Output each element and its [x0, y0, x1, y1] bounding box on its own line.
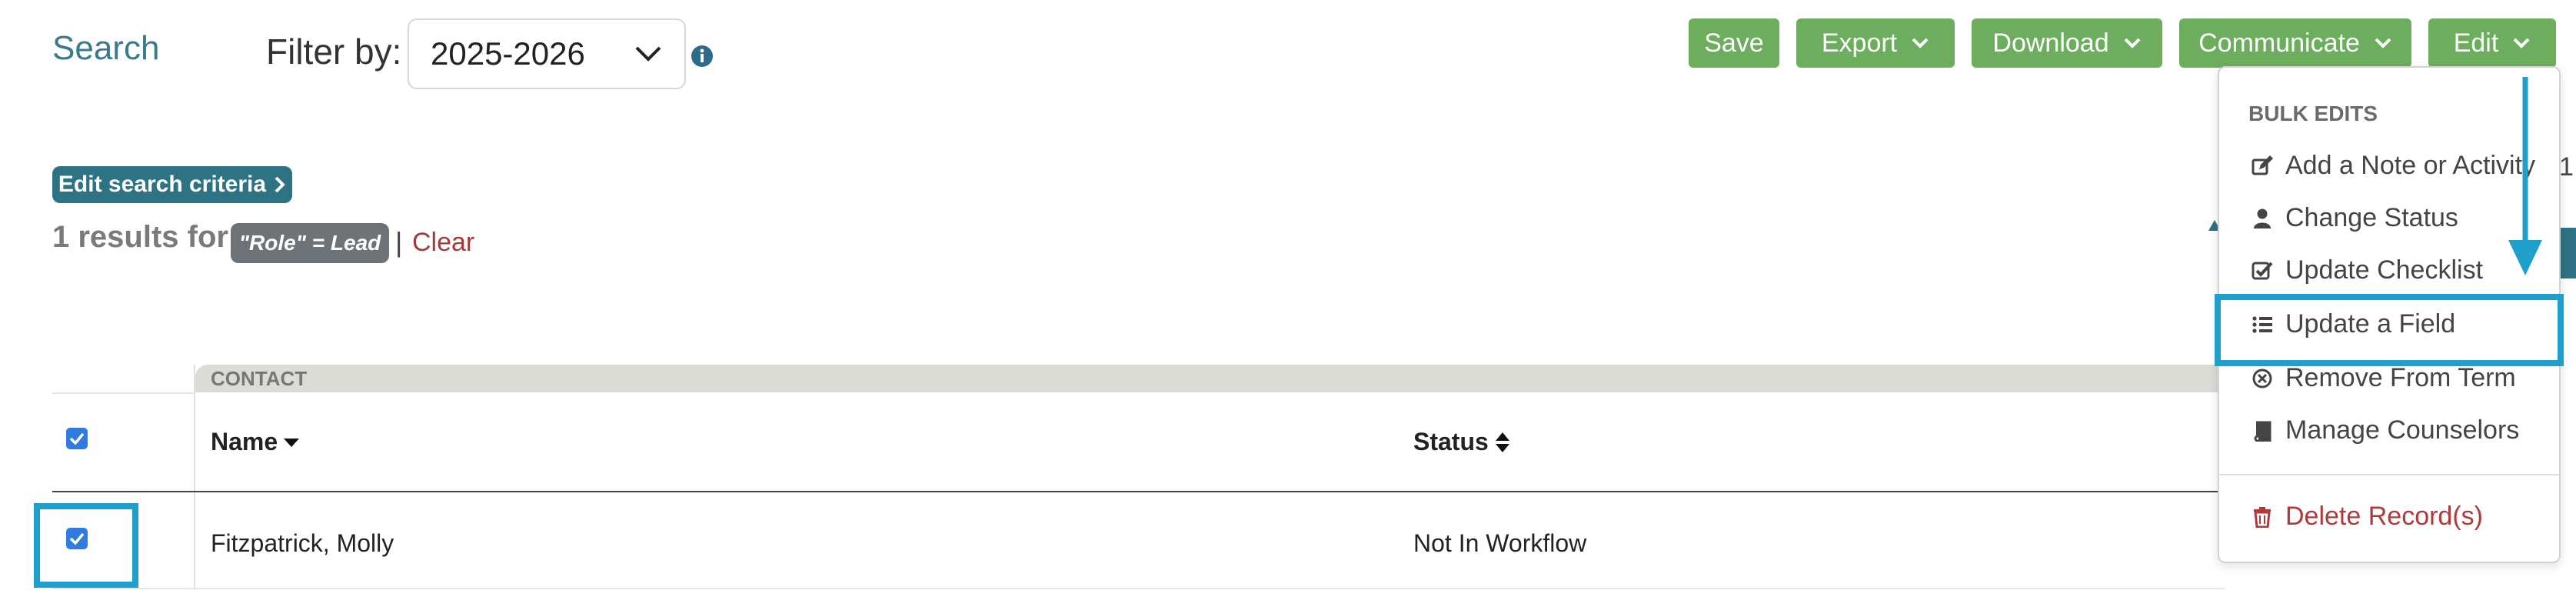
menu-item-change-status[interactable]: Change Status [2252, 203, 2458, 233]
menu-item-label: Manage Counselors [2285, 415, 2520, 445]
trash-icon [2254, 506, 2271, 528]
status-column-header[interactable]: Status [1413, 428, 1510, 456]
bulk-edits-header: BULK EDITS [2248, 102, 2378, 125]
download-button[interactable]: Download [1972, 18, 2162, 68]
menu-item-label: Delete Record(s) [2285, 502, 2483, 531]
contact-name-cell[interactable]: Fitzpatrick, Molly [211, 529, 394, 558]
table-row-divider [52, 588, 2225, 589]
chevron-right-icon [275, 176, 285, 193]
select-all-checkbox[interactable] [66, 428, 88, 449]
sort-down-icon [284, 438, 300, 447]
filter-label: Filter by: [266, 32, 402, 72]
status-cell: Not In Workflow [1413, 529, 1587, 557]
menu-item-remove-from-term[interactable]: Remove From Term [2252, 363, 2516, 393]
menu-item-add-note[interactable]: Add a Note or Activity [2252, 151, 2535, 181]
export-button[interactable]: Export [1796, 18, 1955, 68]
menu-divider [2219, 474, 2559, 475]
save-button-label: Save [1704, 28, 1764, 58]
menu-item-label: Add a Note or Activity [2285, 151, 2536, 180]
update-field-highlight [2215, 294, 2564, 366]
criteria-chip: "Role" = Lead [231, 223, 389, 263]
table-divider [52, 392, 195, 394]
menu-item-label: Remove From Term [2285, 363, 2516, 392]
clear-link[interactable]: Clear [412, 228, 474, 258]
edit-button[interactable]: Edit [2428, 18, 2556, 68]
menu-item-delete-records[interactable]: Delete Record(s) [2252, 502, 2483, 532]
menu-item-manage-counselors[interactable]: Manage Counselors [2252, 415, 2519, 445]
name-column-label: Name [211, 428, 278, 455]
term-filter-select[interactable]: 2025-2026 [408, 18, 686, 89]
edit-button-label: Edit [2453, 28, 2499, 58]
results-count: 1 results for: [52, 220, 239, 254]
checkmark-icon [69, 432, 85, 445]
checkbox-icon [2252, 262, 2273, 279]
row-checkbox-highlight [34, 503, 138, 588]
menu-item-label: Update Checklist [2285, 255, 2484, 285]
separator: | [395, 226, 403, 258]
communicate-button-label: Communicate [2198, 28, 2360, 58]
status-column-label: Status [1413, 428, 1489, 455]
edit-icon [2252, 155, 2273, 175]
term-filter-value: 2025-2026 [431, 35, 585, 72]
chevron-down-icon [1912, 38, 1929, 48]
name-column-header[interactable]: Name [211, 428, 300, 456]
export-button-label: Export [1821, 28, 1898, 58]
chevron-down-icon [635, 46, 661, 62]
chevron-down-icon [2124, 38, 2141, 48]
user-icon [2254, 208, 2271, 228]
book-icon [2254, 421, 2271, 442]
chevron-down-icon [2375, 38, 2391, 48]
menu-item-update-checklist[interactable]: Update Checklist [2252, 255, 2483, 285]
edit-search-criteria-button[interactable]: Edit search criteria [52, 166, 292, 203]
edit-search-criteria-label: Edit search criteria [58, 172, 267, 197]
communicate-button[interactable]: Communicate [2179, 18, 2411, 68]
page-title: Search [52, 29, 160, 67]
chevron-down-icon [2513, 38, 2530, 48]
contact-group-header: CONTACT [195, 365, 2225, 392]
sort-icon [1495, 432, 1509, 452]
truncated-text: 1 [2559, 152, 2574, 182]
menu-item-label: Change Status [2285, 203, 2458, 232]
info-icon[interactable] [691, 45, 714, 68]
arrow-down-icon [2508, 77, 2542, 275]
save-button[interactable]: Save [1689, 18, 1779, 68]
truncated-teal-element [2561, 228, 2576, 278]
times-circle-icon [2252, 369, 2272, 388]
download-button-label: Download [1992, 28, 2109, 58]
